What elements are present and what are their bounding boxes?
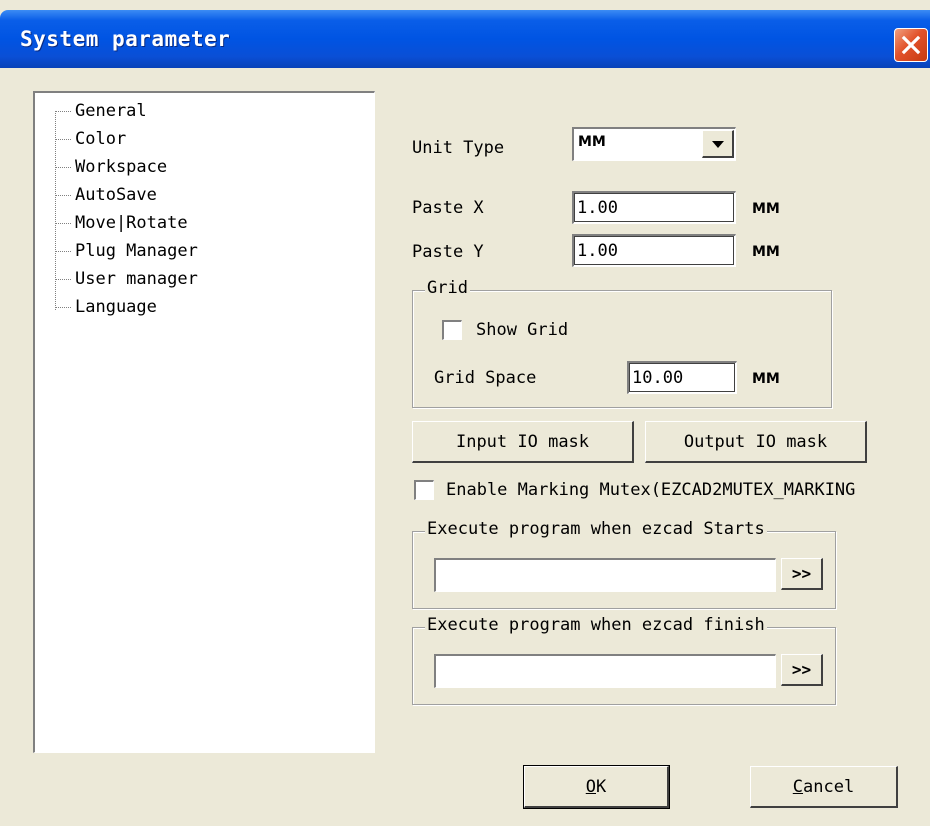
show-grid-label: Show Grid: [476, 320, 569, 340]
exec-start-browse-button[interactable]: >>: [781, 558, 823, 590]
grid-legend: Grid: [425, 278, 470, 298]
chevron-down-icon: [711, 134, 724, 154]
grid-groupbox: Grid: [412, 278, 832, 408]
cancel-mnemonic: C: [792, 776, 804, 797]
tree-connector-line: [55, 111, 56, 310]
grid-space-label: Grid Space: [434, 368, 537, 388]
tree-item-general[interactable]: General: [55, 99, 147, 123]
system-parameter-dialog: System parameter General Color Workspace…: [0, 0, 930, 826]
tree-item-color[interactable]: Color: [54, 127, 126, 151]
exec-start-legend: Execute program when ezcad Starts: [425, 519, 767, 539]
window-title: System parameter: [20, 27, 231, 51]
ok-button[interactable]: OK: [523, 765, 670, 809]
unit-type-dropdown-button[interactable]: [702, 130, 734, 158]
grid-space-field[interactable]: 10.00: [627, 361, 737, 394]
ok-label-rest: K: [596, 776, 607, 797]
exec-finish-browse-button[interactable]: >>: [781, 654, 823, 686]
paste-x-label: Paste X: [412, 198, 484, 218]
tree-item-user-manager[interactable]: User manager: [55, 267, 198, 291]
paste-y-label: Paste Y: [412, 242, 484, 262]
tree-item-plug-manager[interactable]: Plug Manager: [55, 239, 198, 263]
cancel-label-rest: ancel: [803, 776, 855, 797]
unit-type-label: Unit Type: [412, 138, 505, 158]
paste-y-field[interactable]: 1.00: [572, 234, 736, 267]
paste-x-field[interactable]: 1.00: [572, 191, 736, 224]
settings-tree[interactable]: General Color Workspace AutoSave Move|Ro…: [33, 91, 375, 753]
tree-item-move-rotate[interactable]: Move|Rotate: [55, 211, 188, 235]
exec-finish-legend: Execute program when ezcad finish: [425, 615, 767, 635]
close-button[interactable]: [894, 28, 928, 62]
cancel-button[interactable]: Cancel: [750, 766, 898, 808]
output-io-mask-button[interactable]: Output IO mask: [645, 421, 867, 463]
unit-type-select[interactable]: MM: [572, 127, 736, 161]
title-bar[interactable]: System parameter: [0, 10, 930, 68]
paste-y-unit: MM: [752, 244, 780, 260]
tree-item-language[interactable]: Language: [55, 295, 157, 319]
exec-finish-path-field[interactable]: [434, 654, 776, 688]
paste-x-unit: MM: [752, 201, 780, 217]
input-io-mask-button[interactable]: Input IO mask: [412, 421, 634, 463]
enable-marking-mutex-label: Enable Marking Mutex(EZCAD2MUTEX_MARKING: [446, 480, 856, 500]
unit-type-value: MM: [578, 134, 606, 150]
close-icon: [900, 34, 922, 56]
exec-start-path-field[interactable]: [434, 558, 776, 592]
tree-item-autosave[interactable]: AutoSave: [55, 183, 157, 207]
tree-item-workspace[interactable]: Workspace: [54, 155, 167, 179]
ok-mnemonic: O: [585, 776, 596, 797]
grid-space-unit: MM: [752, 371, 780, 387]
show-grid-checkbox[interactable]: [442, 320, 462, 340]
enable-marking-mutex-checkbox[interactable]: [414, 480, 434, 500]
